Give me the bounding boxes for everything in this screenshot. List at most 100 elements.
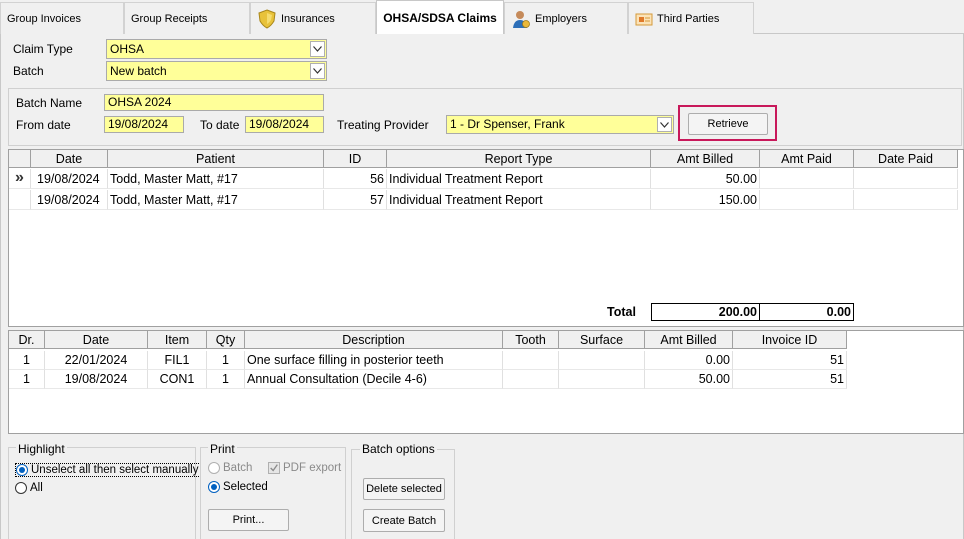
batch-options-title: Batch options xyxy=(360,442,437,456)
current-row-indicator-icon: » xyxy=(9,169,31,189)
retrieve-button[interactable]: Retrieve xyxy=(688,113,768,135)
tab-label: Employers xyxy=(535,12,587,25)
cell-id: 57 xyxy=(324,190,387,210)
batch-value: New batch xyxy=(110,64,167,78)
claim-type-label: Claim Type xyxy=(13,42,73,56)
delete-selected-button[interactable]: Delete selected xyxy=(363,478,445,500)
radio-icon[interactable] xyxy=(208,462,220,474)
column-header[interactable]: Dr. xyxy=(9,331,45,349)
cell-amt-billed: 50.00 xyxy=(651,169,760,189)
cell-invoice-id: 51 xyxy=(733,351,847,370)
tab-group-invoices[interactable]: Group Invoices xyxy=(0,2,124,34)
batch-select[interactable]: New batch xyxy=(106,61,327,81)
treating-provider-value: 1 - Dr Spenser, Frank xyxy=(450,117,565,131)
treating-provider-select[interactable]: 1 - Dr Spenser, Frank xyxy=(446,115,674,134)
create-batch-button[interactable]: Create Batch xyxy=(363,509,445,532)
radio-icon[interactable] xyxy=(15,482,27,494)
cell-description: One surface filling in posterior teeth xyxy=(245,351,503,370)
tab-label: Third Parties xyxy=(657,12,720,25)
option-label: Unselect all then select manually xyxy=(31,464,199,476)
third-party-icon xyxy=(635,11,653,27)
cell-report-type: Individual Treatment Report xyxy=(387,169,651,189)
batch-label: Batch xyxy=(13,64,44,78)
column-header[interactable]: Amt Paid xyxy=(760,150,854,168)
column-header[interactable]: ID xyxy=(324,150,387,168)
cell-patient: Todd, Master Matt, #17 xyxy=(108,190,324,210)
from-date-label: From date xyxy=(16,118,71,132)
option-label: PDF export xyxy=(283,462,342,474)
radio-selected-icon[interactable] xyxy=(16,464,28,476)
option-label: Selected xyxy=(223,481,268,493)
claims-grid: Date Patient ID Report Type Amt Billed A… xyxy=(8,149,964,327)
tab-employers[interactable]: Employers xyxy=(504,2,628,34)
print-title: Print xyxy=(208,442,237,456)
column-header[interactable]: Invoice ID xyxy=(733,331,847,349)
cell-amt-paid xyxy=(760,169,854,189)
column-header[interactable]: Date Paid xyxy=(854,150,958,168)
cell-item: FIL1 xyxy=(148,351,207,370)
tab-bar: Group Invoices Group Receipts Insurances… xyxy=(0,0,964,35)
print-selected-option[interactable]: Selected xyxy=(208,481,268,493)
checkbox-checked-icon[interactable] xyxy=(268,462,280,474)
highlight-manual-option[interactable]: Unselect all then select manually xyxy=(15,463,202,477)
tab-group-receipts[interactable]: Group Receipts xyxy=(124,2,250,34)
cell-item: CON1 xyxy=(148,370,207,389)
total-label: Total xyxy=(607,305,636,319)
option-label: All xyxy=(30,482,43,494)
claim-type-value: OHSA xyxy=(110,42,145,56)
column-header[interactable]: Date xyxy=(31,150,108,168)
cell-surface xyxy=(559,351,645,370)
batch-name-input[interactable]: OHSA 2024 xyxy=(104,94,324,111)
tab-label: OHSA/SDSA Claims xyxy=(383,11,497,25)
shield-icon xyxy=(257,8,277,29)
column-header[interactable]: Amt Billed xyxy=(651,150,760,168)
cell-amt-billed: 150.00 xyxy=(651,190,760,210)
print-batch-option[interactable]: Batch xyxy=(208,462,252,474)
tab-third-parties[interactable]: Third Parties xyxy=(628,2,754,34)
row-indicator-header xyxy=(9,150,31,168)
column-header[interactable]: Qty xyxy=(207,331,245,349)
highlight-all-option[interactable]: All xyxy=(15,482,43,494)
cell-dr: 1 xyxy=(9,370,45,389)
column-header[interactable]: Item xyxy=(148,331,207,349)
column-header[interactable]: Surface xyxy=(559,331,645,349)
cell-date: 19/08/2024 xyxy=(31,190,108,210)
column-header[interactable]: Description xyxy=(245,331,503,349)
pdf-export-option[interactable]: PDF export xyxy=(268,462,341,474)
from-date-input[interactable]: 19/08/2024 xyxy=(104,116,184,133)
column-header[interactable]: Tooth xyxy=(503,331,559,349)
row-indicator xyxy=(9,190,31,210)
cell-description: Annual Consultation (Decile 4-6) xyxy=(245,370,503,389)
column-header[interactable]: Date xyxy=(45,331,148,349)
chevron-down-icon[interactable] xyxy=(310,63,325,79)
cell-invoice-id: 51 xyxy=(733,370,847,389)
cell-date: 19/08/2024 xyxy=(45,370,148,389)
cell-surface xyxy=(559,370,645,389)
cell-id: 56 xyxy=(324,169,387,189)
tab-label: Group Receipts xyxy=(131,12,208,25)
to-date-input[interactable]: 19/08/2024 xyxy=(245,116,324,133)
cell-date: 19/08/2024 xyxy=(31,169,108,189)
cell-amt-paid xyxy=(760,190,854,210)
column-header[interactable]: Amt Billed xyxy=(645,331,733,349)
cell-amt-billed: 50.00 xyxy=(645,370,733,389)
highlight-title: Highlight xyxy=(16,442,67,456)
treating-provider-label: Treating Provider xyxy=(337,118,429,132)
cell-tooth xyxy=(503,351,559,370)
tab-ohsa-sdsa-claims[interactable]: OHSA/SDSA Claims xyxy=(376,0,504,35)
option-label: Batch xyxy=(223,462,253,474)
to-date-label: To date xyxy=(200,118,240,132)
radio-selected-icon[interactable] xyxy=(208,481,220,493)
cell-date-paid xyxy=(854,169,958,189)
cell-amt-billed: 0.00 xyxy=(645,351,733,370)
total-paid-value: 0.00 xyxy=(760,303,854,321)
claim-type-select[interactable]: OHSA xyxy=(106,39,327,59)
column-header[interactable]: Patient xyxy=(108,150,324,168)
chevron-down-icon[interactable] xyxy=(310,41,325,57)
person-icon xyxy=(511,9,531,29)
tab-insurances[interactable]: Insurances xyxy=(250,2,376,34)
column-header[interactable]: Report Type xyxy=(387,150,651,168)
chevron-down-icon[interactable] xyxy=(657,117,672,132)
print-button[interactable]: Print... xyxy=(208,509,289,531)
items-grid: Dr. Date Item Qty Description Tooth Surf… xyxy=(8,330,964,434)
